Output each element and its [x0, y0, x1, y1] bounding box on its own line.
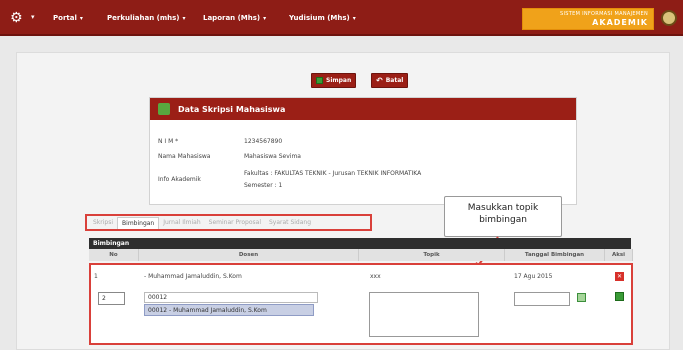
calendar-icon[interactable] [577, 293, 586, 302]
column-header-aksi: Aksi [605, 249, 633, 261]
column-header-tanggal: Tanggal Bimbingan [505, 249, 605, 261]
column-header-no: No [89, 249, 139, 261]
tanggal-input[interactable] [514, 292, 570, 306]
topik-textarea[interactable] [369, 292, 479, 337]
row-no: 1 [94, 273, 98, 280]
column-header-dosen: Dosen [139, 249, 359, 261]
dosen-input[interactable]: 00012 [144, 292, 318, 303]
row-dosen: - Muhammad Jamaluddin, S.Kom [144, 273, 242, 280]
table-title: Bimbingan [89, 238, 631, 249]
autocomplete-suggestion[interactable]: 00012 - Muhammad Jamaluddin, S.Kom [144, 304, 314, 316]
row-topik: xxx [370, 273, 381, 280]
no-input[interactable]: 2 [98, 292, 125, 305]
column-header-topik: Topik [359, 249, 505, 261]
add-icon[interactable] [615, 292, 624, 301]
row-tanggal: 17 Agu 2015 [514, 273, 553, 280]
delete-icon[interactable]: ✕ [615, 272, 624, 281]
